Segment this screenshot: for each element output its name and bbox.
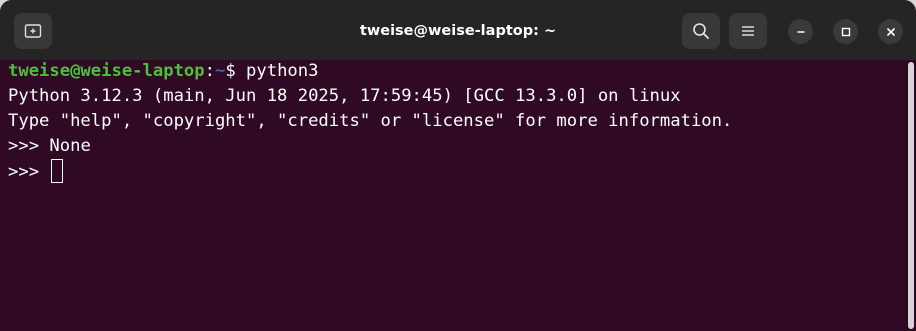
maximize-icon	[841, 27, 850, 36]
terminal-line-input[interactable]: >>>	[8, 159, 916, 184]
python-prompt: >>>	[8, 136, 50, 156]
title-bar[interactable]: tweise@weise-laptop: ~	[0, 0, 916, 60]
terminal-line-command: tweise@weise-laptop:~$ python3	[8, 59, 916, 84]
prompt-dollar: $	[225, 61, 247, 81]
prompt-path: ~	[214, 61, 226, 81]
scrollbar[interactable]	[906, 60, 916, 331]
close-button[interactable]	[878, 19, 903, 44]
close-icon	[886, 27, 895, 36]
terminal-line-output: >>> None	[8, 134, 916, 159]
output-text: None	[49, 136, 91, 156]
window-title: tweise@weise-laptop: ~	[359, 23, 557, 39]
python-prompt: >>>	[8, 162, 50, 182]
terminal-window: tweise@weise-laptop: ~ tweise@weise-lapt…	[0, 0, 916, 331]
minimize-button[interactable]	[788, 19, 813, 44]
terminal-line-version: Python 3.12.3 (main, Jun 18 2025, 17:59:…	[8, 86, 681, 106]
scrollbar-thumb[interactable]	[908, 62, 914, 329]
terminal-line-help: Type "help", "copyright", "credits" or "…	[8, 111, 733, 131]
search-icon	[693, 23, 709, 39]
new-tab-icon	[24, 24, 42, 38]
text-cursor	[51, 159, 64, 183]
search-button[interactable]	[682, 13, 720, 49]
maximize-button[interactable]	[833, 19, 858, 44]
hamburger-menu-icon	[742, 26, 754, 36]
menu-button[interactable]	[729, 13, 767, 49]
terminal-content[interactable]: tweise@weise-laptop:~$ python3 Python 3.…	[0, 60, 916, 331]
prompt-user: tweise@weise-laptop	[8, 61, 205, 81]
command-text: python3	[246, 61, 319, 81]
prompt-separator: :	[204, 61, 215, 81]
new-tab-button[interactable]	[14, 13, 52, 49]
minimize-icon	[797, 30, 804, 33]
